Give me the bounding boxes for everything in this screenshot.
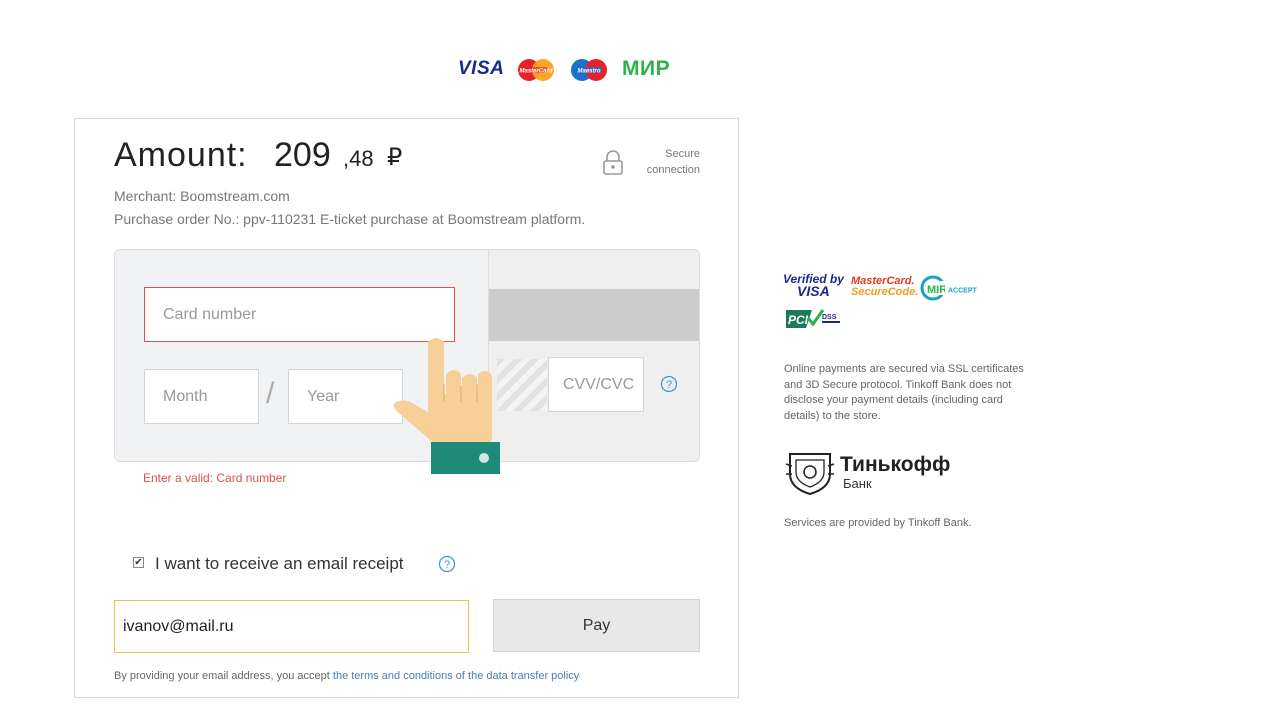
mastercard-logo: MasterCard (516, 58, 556, 82)
amount-label: Amount: (114, 136, 248, 174)
bank-name: Тинькофф (840, 453, 951, 476)
magnetic-stripe (489, 289, 699, 341)
secure-line-2: connection (646, 164, 700, 176)
cvv-help-icon[interactable]: ? (660, 375, 678, 398)
mir-accept-text: ACCEPT (948, 288, 978, 295)
consent-prefix: By providing your email address, you acc… (114, 670, 333, 682)
pci-dss-badge: PCI DSS (784, 308, 842, 335)
amount-decimal: ,48 (343, 146, 374, 171)
mir-logo: МИР (622, 57, 671, 80)
mastercard-securecode-badge: MasterCard. SecureCode. (851, 276, 918, 298)
expiry-separator: / (266, 377, 275, 410)
security-info-text: Online payments are secured via SSL cert… (784, 363, 1024, 422)
amount-integer: 209 (274, 136, 331, 174)
expiry-month-input[interactable]: Month (144, 369, 259, 424)
order-info: Purchase order No.: ppv-110231 E-ticket … (114, 211, 586, 227)
cvv-input[interactable]: CVV/CVC (548, 357, 644, 412)
email-input[interactable]: ivanov@mail.ru (114, 600, 469, 653)
currency-symbol: ₽ (387, 144, 403, 171)
tinkoff-emblem-icon (784, 450, 836, 501)
svg-text:MIR: MIR (927, 284, 947, 296)
svg-text:?: ? (444, 559, 450, 571)
maestro-logo-text: Maestro (577, 69, 600, 75)
visa-logo: VISA (458, 58, 505, 79)
consent-text: By providing your email address, you acc… (114, 670, 579, 682)
maestro-logo: Maestro (569, 58, 609, 82)
lock-icon (602, 150, 624, 181)
dss-text: DSS (822, 314, 837, 321)
merchant-info: Merchant: Boomstream.com (114, 188, 290, 204)
receipt-help-icon[interactable]: ? (438, 555, 456, 578)
email-receipt-label: I want to receive an email receipt (155, 554, 404, 573)
vbv-line-2: VISA (797, 283, 830, 299)
bank-subtitle: Банк (843, 476, 872, 491)
pay-button[interactable]: Pay (493, 599, 700, 652)
expiry-year-input[interactable]: Year (288, 369, 403, 424)
secure-line-1: Secure (665, 148, 700, 160)
data-transfer-policy-link[interactable]: the terms and conditions of the data tra… (333, 670, 579, 682)
email-receipt-checkbox[interactable]: ✔ (133, 557, 144, 568)
pointing-hand-icon (388, 334, 506, 481)
pci-text: PCI (788, 313, 809, 327)
services-provider-text: Services are provided by Tinkoff Bank. (784, 517, 972, 529)
mastercard-logo-text: MasterCard (519, 69, 552, 75)
mir-accept-badge: MIR ACCEPT (920, 275, 986, 306)
svg-text:?: ? (666, 379, 672, 391)
card-error-message: Enter a valid: Card number (143, 471, 287, 485)
secure-connection-label: Secure connection (630, 146, 700, 178)
verified-by-visa-badge: Verified by VISA (783, 273, 844, 299)
mcsc-line-2: SecureCode. (851, 286, 919, 298)
card-back (488, 249, 700, 462)
